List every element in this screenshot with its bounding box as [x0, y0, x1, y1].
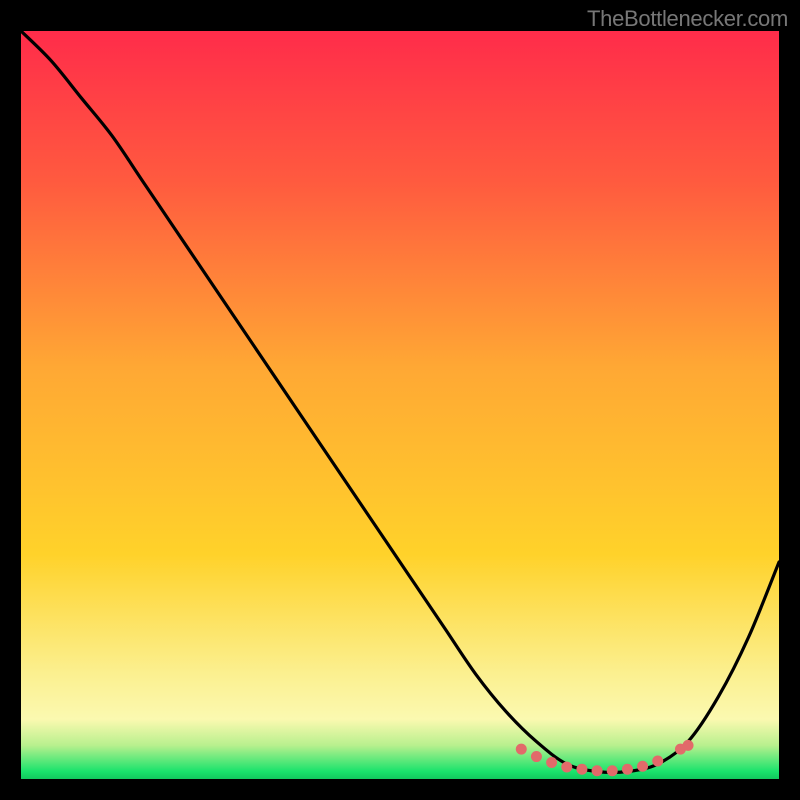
sweet-spot-dot — [516, 744, 527, 755]
sweet-spot-dot — [561, 762, 572, 773]
sweet-spot-dot — [531, 751, 542, 762]
sweet-spot-dot — [622, 764, 633, 775]
plot-area — [21, 31, 779, 779]
chart-svg — [21, 31, 779, 779]
sweet-spot-dot — [683, 740, 694, 751]
sweet-spot-dot — [637, 761, 648, 772]
sweet-spot-dot — [652, 756, 663, 767]
sweet-spot-dot — [592, 765, 603, 776]
sweet-spot-dot — [576, 764, 587, 775]
chart-container: TheBottlenecker.com — [0, 0, 800, 800]
sweet-spot-dot — [546, 757, 557, 768]
watermark-text: TheBottlenecker.com — [587, 6, 788, 32]
sweet-spot-dot — [607, 765, 618, 776]
